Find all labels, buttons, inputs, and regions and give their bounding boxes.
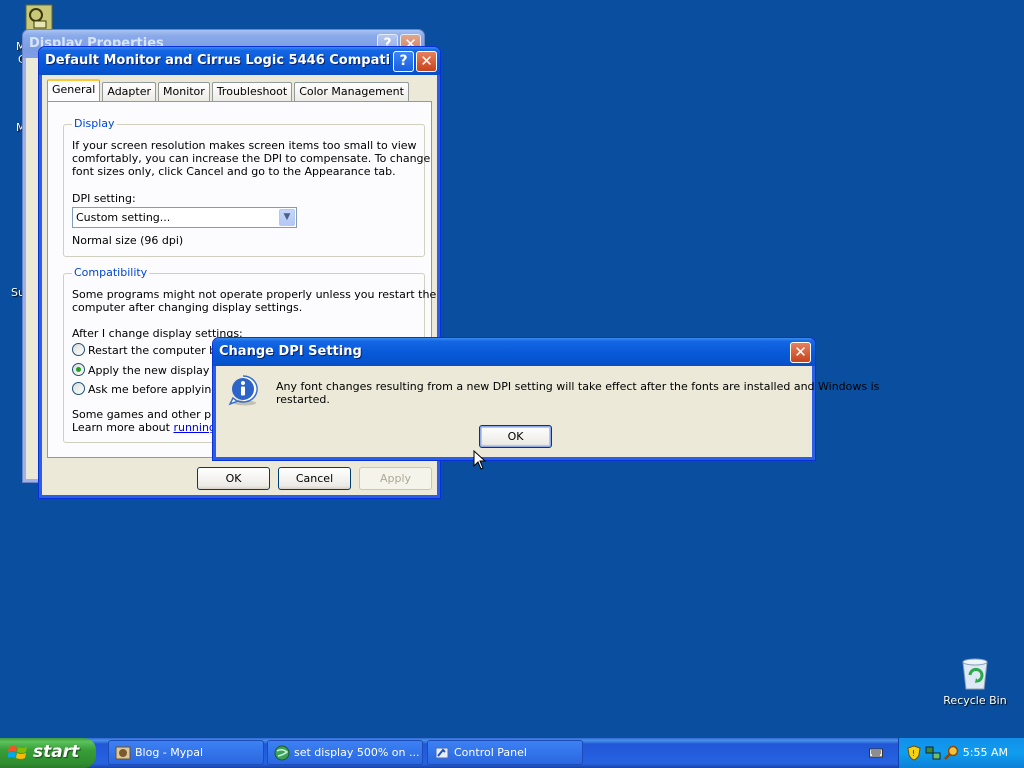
tab-monitor[interactable]: Monitor [158,82,210,101]
search-icon[interactable] [944,745,960,761]
mouse-cursor-icon [473,450,487,470]
system-tray: ! 5:55 AM [898,738,1024,768]
recycle-bin-label: Recycle Bin [943,694,1007,707]
dpi-setting-value: Custom setting... [76,211,171,224]
apply-button[interactable]: Apply [359,467,432,490]
monitor-properties-titlebar[interactable]: Default Monitor and Cirrus Logic 5446 Co… [39,47,440,75]
control-panel-icon [435,747,449,759]
tab-troubleshoot[interactable]: Troubleshoot [211,82,293,101]
display-group-title: Display [72,117,117,130]
display-shortcut-icon[interactable] [25,4,53,32]
help-button[interactable]: ? [393,51,414,72]
tab-general[interactable]: General [47,79,101,101]
clock[interactable]: 5:55 AM [963,746,1008,759]
change-dpi-titlebar[interactable]: Change DPI Setting ✕ [213,338,815,366]
taskbar-item[interactable]: Control Panel [427,740,583,765]
info-icon [227,374,259,406]
ask-me-radio[interactable] [72,382,85,395]
close-button[interactable]: ✕ [416,51,437,72]
dpi-note: Normal size (96 dpi) [72,234,184,247]
display-description-line: font sizes only, click Cancel and go to … [72,165,396,178]
taskbar-item-label: Control Panel [454,746,527,759]
dpi-setting-dropdown[interactable]: Custom setting... ▼ [72,207,297,228]
chevron-down-icon[interactable]: ▼ [279,209,295,226]
recycle-bin[interactable]: Recycle Bin [940,656,1010,712]
display-group: Display If your screen resolution makes … [63,117,430,257]
network-icon[interactable] [925,745,941,761]
globe-icon [274,745,290,761]
svg-text:!: ! [912,749,915,758]
cancel-button[interactable]: Cancel [278,467,351,490]
taskbar-item-label: Blog - Mypal [135,746,204,759]
taskbar-item[interactable]: set display 500% on ... [267,740,423,765]
monitor-properties-title: Default Monitor and Cirrus Logic 5446 Co… [45,53,391,68]
start-button[interactable]: start [0,738,96,768]
keyboard-icon[interactable] [869,747,883,759]
windows-flag-icon [8,746,27,759]
change-dpi-dialog[interactable]: Change DPI Setting ✕ Any font changes re… [212,337,879,461]
dpi-setting-label: DPI setting: [72,192,136,205]
tab-strip: General Adapter Monitor Troubleshoot Col… [47,79,411,101]
compatibility-group-title: Compatibility [72,266,150,279]
learn-more-prefix: Learn more about [72,421,174,434]
browser-icon [115,746,131,760]
compat-description-line: computer after changing display settings… [72,301,303,314]
display-description-line: If your screen resolution makes screen i… [72,139,417,152]
taskbar-item[interactable]: Blog - Mypal [108,740,264,765]
ok-button[interactable]: OK [197,467,270,490]
change-dpi-title: Change DPI Setting [219,344,362,359]
shield-icon[interactable]: ! [907,745,921,761]
taskbar: start Blog - Mypal set display 500% on .… [0,738,1024,768]
recycle-bin-icon [962,658,988,690]
start-label: start [33,742,80,762]
tab-color-management[interactable]: Color Management [294,82,409,101]
dialog-message-line: Any font changes resulting from a new DP… [276,380,880,393]
apply-without-restart-radio[interactable] [72,363,85,376]
close-button[interactable]: ✕ [790,342,811,363]
tab-adapter[interactable]: Adapter [102,82,156,101]
dialog-ok-button[interactable]: OK [479,425,552,448]
compat-description-line: Some programs might not operate properly… [72,288,437,301]
display-description-line: comfortably, you can increase the DPI to… [72,152,431,165]
restart-radio[interactable] [72,343,85,356]
taskbar-item-label: set display 500% on ... [294,746,420,759]
dialog-message-line: restarted. [276,393,330,406]
